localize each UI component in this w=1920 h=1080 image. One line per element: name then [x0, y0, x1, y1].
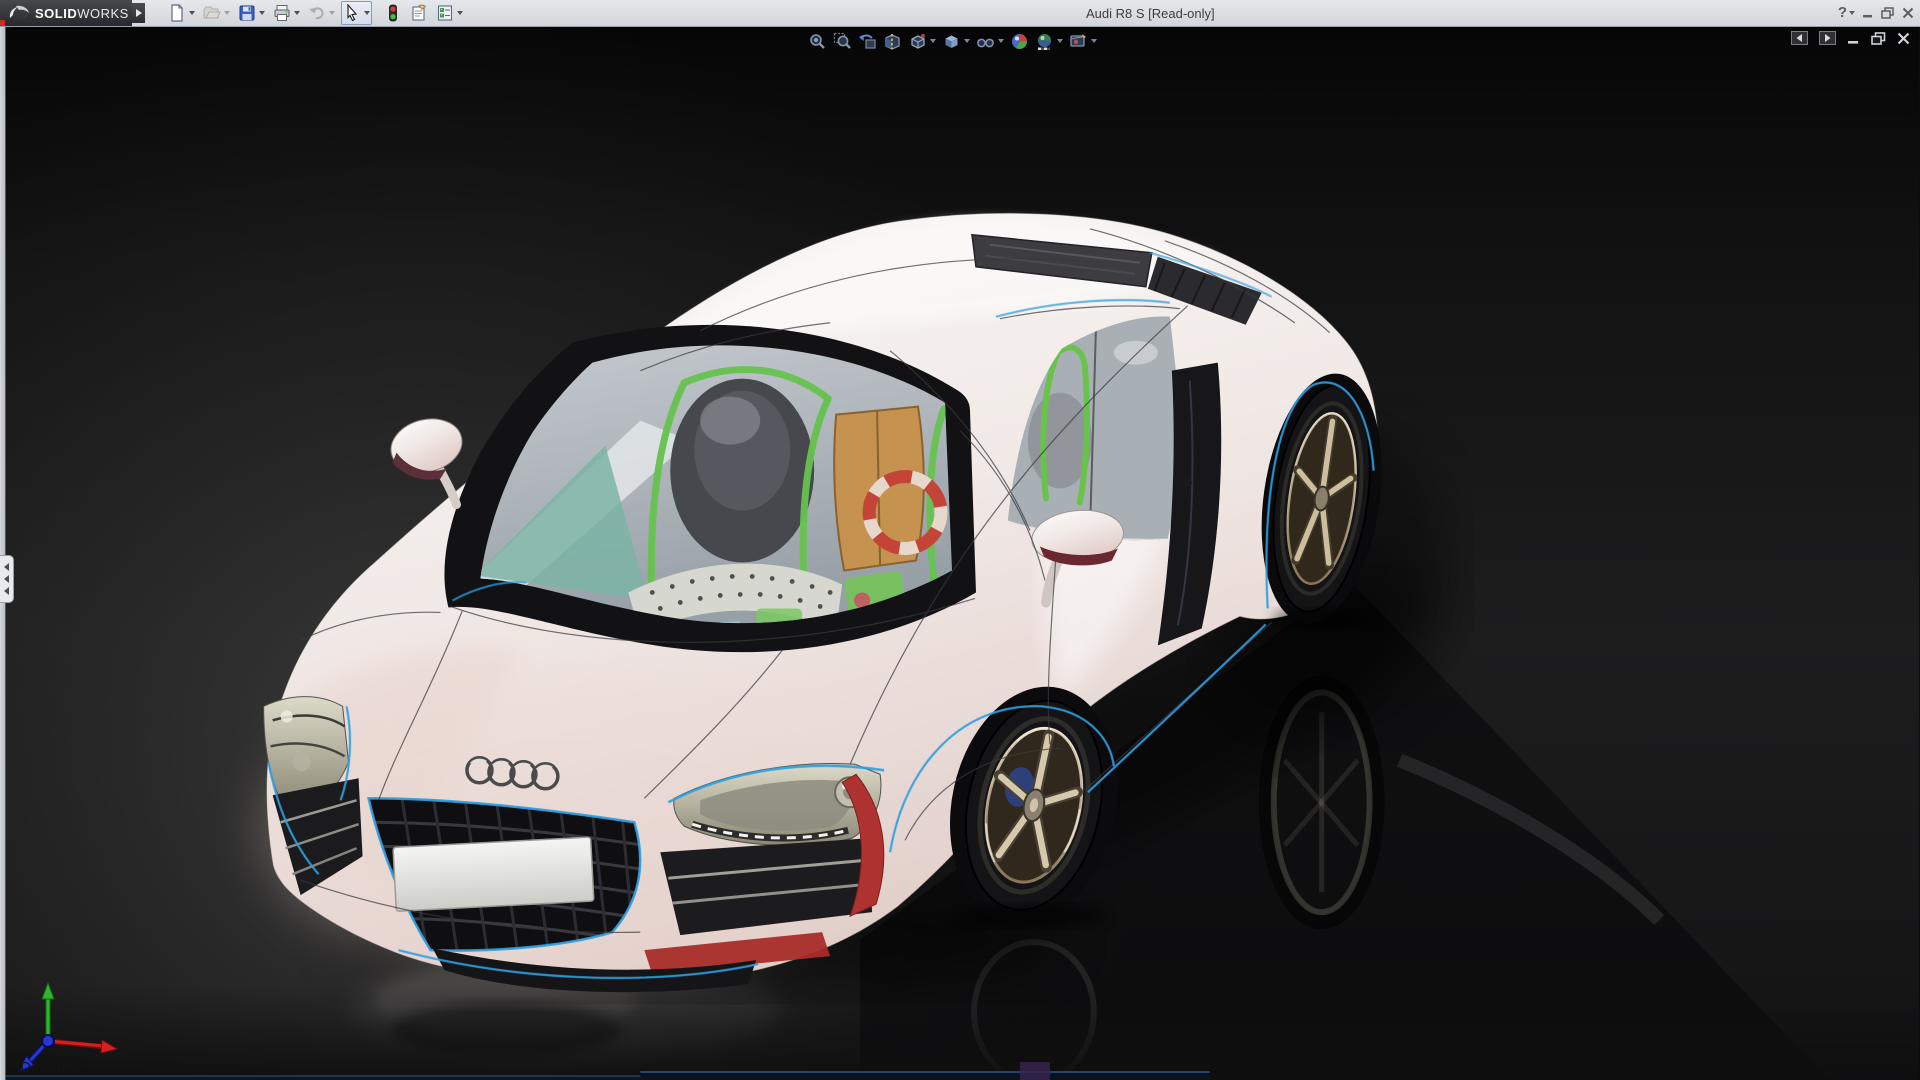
previous-view-button[interactable]: [856, 30, 879, 52]
dropdown-caret[interactable]: [1057, 39, 1063, 43]
save-floppy-icon: [239, 5, 255, 21]
close-button[interactable]: [1902, 7, 1914, 19]
headsup-view-toolbar: [806, 30, 1101, 52]
dropdown-caret[interactable]: [457, 11, 463, 15]
toggle-right-pane-button[interactable]: [1819, 31, 1836, 45]
display-style-button[interactable]: [940, 30, 972, 52]
zoom-to-fit-icon: [810, 33, 825, 49]
open-folder-icon: [203, 6, 221, 19]
help-icon: ?: [1837, 4, 1847, 21]
close-icon: [1897, 32, 1910, 44]
main-toolbar: [166, 1, 469, 25]
view-settings-button[interactable]: [1067, 30, 1099, 52]
feature-manager-expand-handle[interactable]: [0, 555, 14, 603]
file-properties-button[interactable]: [408, 1, 430, 25]
restore-button[interactable]: [1881, 7, 1895, 19]
hide-show-items-button[interactable]: [974, 30, 1006, 52]
dropdown-caret[interactable]: [189, 11, 195, 15]
zoom-to-area-icon: [833, 32, 851, 49]
menu-expand-arrow[interactable]: [132, 3, 145, 23]
window-controls: ?: [1838, 0, 1914, 26]
viewport-close-button[interactable]: [1897, 32, 1910, 45]
brand-text: SOLIDWORKS: [35, 5, 129, 21]
dropdown-caret[interactable]: [259, 11, 265, 15]
minimize-icon: [1863, 15, 1872, 18]
display-style-cube-icon: [945, 35, 958, 48]
restore-icon: [1871, 31, 1886, 45]
view-orientation-label: *Dimetric: [14, 1059, 79, 1076]
eyeglasses-icon: [977, 38, 994, 47]
view-orientation-cube-icon: [911, 33, 925, 49]
dropdown-caret[interactable]: [998, 39, 1004, 43]
document-title: Audi R8 S [Read-only]: [1086, 6, 1215, 21]
open-button[interactable]: [201, 1, 232, 25]
options-checklist-icon: [437, 5, 453, 21]
restore-icon: [1881, 7, 1894, 19]
print-button[interactable]: [271, 1, 302, 25]
chevron-left-icon: [4, 575, 9, 583]
dropdown-caret[interactable]: [1091, 39, 1097, 43]
viewport-window-controls: [1791, 31, 1910, 45]
select-cursor-icon: [347, 4, 358, 22]
file-properties-icon: [412, 4, 427, 21]
minimize-button[interactable]: [1862, 7, 1874, 19]
section-view-icon: [885, 33, 900, 50]
options-button[interactable]: [434, 1, 465, 25]
apply-scene-button[interactable]: [1033, 30, 1065, 52]
dropdown-caret[interactable]: [329, 11, 335, 15]
view-settings-icon: [1070, 33, 1086, 47]
model-view-audi-r8[interactable]: [0, 27, 1920, 1080]
print-icon: [274, 5, 290, 21]
new-document-button[interactable]: [166, 1, 197, 25]
close-icon: [1902, 7, 1914, 19]
dropdown-caret[interactable]: [224, 11, 230, 15]
dropdown-caret[interactable]: [364, 11, 370, 15]
pane-left-icon: [1791, 31, 1808, 45]
solidworks-logo-icon: [9, 5, 29, 20]
taskbar-red-sliver: [0, 20, 5, 26]
chevron-left-icon: [4, 587, 9, 595]
save-button[interactable]: [236, 1, 267, 25]
door-keyhole: [1183, 478, 1192, 487]
pane-right-icon: [1819, 31, 1836, 45]
rebuild-button[interactable]: [382, 1, 404, 25]
undo-button[interactable]: [306, 1, 337, 25]
minimize-icon: [1848, 40, 1858, 44]
viewport-restore-button[interactable]: [1871, 31, 1886, 45]
graphics-area[interactable]: *Dimetric: [0, 27, 1920, 1080]
dropdown-caret[interactable]: [964, 39, 970, 43]
previous-view-icon: [859, 34, 876, 49]
chevron-left-icon: [4, 563, 9, 571]
license-plate: [392, 836, 595, 912]
solidworks-logo: SOLIDWORKS: [0, 0, 132, 26]
traffic-light-icon: [389, 4, 397, 22]
dropdown-caret[interactable]: [294, 11, 300, 15]
titlebar: SOLIDWORKS Audi R8 S [Read-only] ?: [0, 0, 1920, 27]
zoom-to-fit-button[interactable]: [806, 30, 829, 52]
new-document-icon: [171, 4, 184, 22]
dropdown-caret[interactable]: [930, 39, 936, 43]
scene-sphere-icon: [1038, 33, 1051, 50]
toggle-left-pane-button[interactable]: [1791, 31, 1808, 45]
undo-arrow-icon: [309, 7, 324, 20]
appearance-ball-icon: [1012, 33, 1027, 49]
solidworks-window: SOLIDWORKS Audi R8 S [Read-only] ? *Dime…: [0, 0, 1920, 1080]
edit-appearance-button[interactable]: [1008, 30, 1031, 52]
select-tool-button[interactable]: [341, 1, 372, 25]
help-button[interactable]: ?: [1838, 0, 1855, 26]
view-orientation-button[interactable]: [906, 30, 938, 52]
chevron-right-icon: [135, 9, 142, 17]
feature-manager-collapsed-strip: [0, 27, 6, 1080]
section-view-button[interactable]: [881, 30, 904, 52]
viewport-minimize-button[interactable]: [1847, 32, 1860, 45]
zoom-to-area-button[interactable]: [831, 30, 854, 52]
dropdown-caret[interactable]: [1849, 11, 1855, 15]
